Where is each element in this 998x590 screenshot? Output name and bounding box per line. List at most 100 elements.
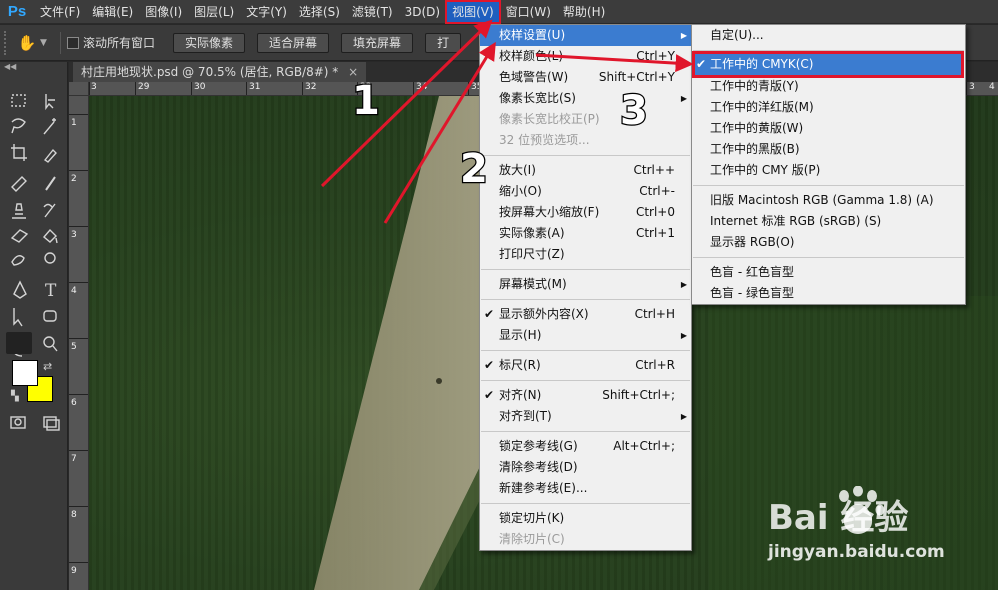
fill-screen-button[interactable]: 填充屏幕 [341, 32, 414, 53]
menu-item-actual-pixels[interactable]: 实际像素(A) Ctrl+1 [480, 223, 691, 244]
submenu-item-working-cmy[interactable]: 工作中的 CMY 版(P) [692, 160, 965, 181]
hand-tool-selected[interactable] [6, 332, 32, 354]
proof-setup-submenu: 自定(U)... ✔ 工作中的 CMYK(C) 工作中的青版(Y) 工作中的洋红… [691, 24, 966, 305]
menubar: Ps 文件(F) 编辑(E) 图像(I) 图层(L) 文字(Y) 选择(S) 滤… [0, 0, 998, 24]
stamp-tool-icon [12, 203, 26, 219]
actual-pixels-button[interactable]: 实际像素 [173, 32, 246, 53]
menu-type[interactable]: 文字(Y) [240, 1, 293, 23]
foreground-color-swatch[interactable] [12, 360, 38, 386]
submenu-item-working-cyan[interactable]: 工作中的青版(Y) [692, 76, 965, 97]
print-size-button[interactable]: 打 [425, 32, 462, 53]
document-tab[interactable]: 村庄用地现状.psd @ 70.5% (居住, RGB/8#) * × [73, 62, 367, 82]
menu-item-shortcut: Alt+Ctrl+; [613, 439, 675, 453]
submenu-item-working-yellow[interactable]: 工作中的黄版(W) [692, 118, 965, 139]
menu-item-gamut-warning[interactable]: 色域警告(W) Shift+Ctrl+Y [480, 67, 691, 88]
ruler-tick [468, 82, 469, 95]
menu-item-label: 对齐(N) [499, 388, 542, 402]
menu-help[interactable]: 帮助(H) [557, 1, 611, 23]
close-tab-icon[interactable]: × [348, 65, 358, 79]
ruler-label: 3 [91, 82, 97, 92]
menu-edit[interactable]: 编辑(E) [86, 1, 139, 23]
path-select-icon [13, 308, 23, 327]
menu-3d[interactable]: 3D(D) [399, 1, 446, 23]
menu-item-extras[interactable]: ✔ 显示额外内容(X) Ctrl+H [480, 304, 691, 325]
type-tool-icon: T [45, 281, 57, 301]
scroll-all-windows-checkbox[interactable] [67, 36, 79, 49]
ruler-label: 4 [989, 82, 995, 92]
menu-item-shortcut: Ctrl+H [634, 307, 675, 321]
menu-select[interactable]: 选择(S) [293, 1, 346, 23]
menu-item-label: 像素长宽比校正(P) [499, 112, 600, 126]
ruler-tick [302, 82, 303, 95]
menu-item-label: 校样设置(U) [499, 28, 566, 42]
menu-item-lock-slices[interactable]: 锁定切片(K) [480, 508, 691, 529]
menu-item-screen-mode[interactable]: 屏幕模式(M) ▶ [480, 274, 691, 295]
menu-item-print-size[interactable]: 打印尺寸(Z) [480, 244, 691, 265]
ruler-label: 33 [360, 82, 372, 92]
submenu-item-working-cmyk[interactable]: ✔ 工作中的 CMYK(C) [692, 51, 964, 78]
submenu-item-custom[interactable]: 自定(U)... [692, 25, 965, 46]
options-grip[interactable] [4, 30, 14, 55]
menu-item-label: 锁定切片(K) [499, 511, 565, 525]
ruler-tick [69, 394, 88, 395]
default-colors-icon[interactable]: ▚ [11, 391, 19, 402]
menu-item-rulers[interactable]: ✔ 标尺(R) Ctrl+R [480, 355, 691, 376]
menu-separator [481, 503, 690, 504]
menu-item-new-guide[interactable]: 新建参考线(E)... [480, 478, 691, 499]
hand-tool-preset-icon[interactable]: ✋ [14, 32, 40, 54]
menu-item-snap[interactable]: ✔ 对齐(N) Shift+Ctrl+; [480, 385, 691, 406]
ruler-label: 30 [194, 82, 206, 92]
menu-item-fit-on-screen[interactable]: 按屏幕大小缩放(F) Ctrl+0 [480, 202, 691, 223]
submenu-item-label: 色盲 - 红色盲型 [710, 265, 794, 279]
menu-item-lock-guides[interactable]: 锁定参考线(G) Alt+Ctrl+; [480, 436, 691, 457]
menu-filter[interactable]: 滤镜(T) [346, 1, 399, 23]
menu-view[interactable]: 视图(V) [445, 0, 501, 24]
menu-item-shortcut: Shift+Ctrl+; [602, 388, 675, 402]
shape-tool-icon [43, 310, 57, 322]
vertical-ruler[interactable]: 1 2 3 4 5 6 7 8 9 [69, 96, 89, 590]
check-icon: ✔ [696, 57, 707, 71]
submenu-item-deuteranopia[interactable]: 色盲 - 绿色盲型 [692, 283, 965, 304]
menu-item-proof-colors[interactable]: 校样颜色(L) Ctrl+Y [480, 46, 691, 67]
menu-item-zoom-out[interactable]: 缩小(O) Ctrl+- [480, 181, 691, 202]
menu-item-snap-to[interactable]: 对齐到(T) ▶ [480, 406, 691, 427]
swap-colors-icon[interactable]: ⇄ [43, 360, 52, 373]
preset-dropdown-icon[interactable]: ▼ [40, 38, 54, 48]
submenu-item-working-magenta[interactable]: 工作中的洋红版(M) [692, 97, 965, 118]
menu-item-show[interactable]: 显示(H) ▶ [480, 325, 691, 346]
menu-item-pixel-aspect-ratio[interactable]: 像素长宽比(S) ▶ [480, 88, 691, 109]
ruler-origin[interactable] [69, 82, 89, 96]
ruler-tick [69, 282, 88, 283]
submenu-item-protanopia[interactable]: 色盲 - 红色盲型 [692, 262, 965, 283]
submenu-item-label: 工作中的黄版(W) [710, 121, 804, 135]
menu-layer[interactable]: 图层(L) [188, 1, 240, 23]
menu-item-label: 新建参考线(E)... [499, 481, 588, 495]
menu-item-label: 标尺(R) [499, 358, 541, 372]
submenu-arrow-icon: ▶ [680, 31, 687, 40]
ruler-label: 3 [71, 230, 77, 240]
ruler-tick [69, 506, 88, 507]
menu-item-clear-guides[interactable]: 清除参考线(D) [480, 457, 691, 478]
menu-image[interactable]: 图像(I) [139, 1, 188, 23]
ruler-tick [135, 82, 136, 95]
submenu-arrow-icon: ▶ [680, 94, 687, 103]
ruler-label: 5 [71, 342, 77, 352]
menu-file[interactable]: 文件(F) [34, 1, 86, 23]
submenu-item-label: 工作中的 CMYK(C) [710, 57, 814, 71]
submenu-item-legacy-mac-rgb[interactable]: 旧版 Macintosh RGB (Gamma 1.8) (A) [692, 190, 965, 211]
ruler-tick [191, 82, 192, 95]
ruler-tick [246, 82, 247, 95]
ruler-label: 7 [71, 454, 77, 464]
menu-item-proof-setup[interactable]: 校样设置(U) ▶ [480, 25, 691, 46]
ruler-label: 3 [969, 82, 975, 92]
fit-screen-button[interactable]: 适合屏幕 [257, 32, 330, 53]
submenu-item-working-black[interactable]: 工作中的黑版(B) [692, 139, 965, 160]
submenu-item-srgb[interactable]: Internet 标准 RGB (sRGB) (S) [692, 211, 965, 232]
paint-bucket-icon [43, 228, 58, 244]
scroll-all-windows-label: 滚动所有窗口 [83, 36, 156, 50]
ruler-tick [89, 82, 90, 95]
submenu-item-monitor-rgb[interactable]: 显示器 RGB(O) [692, 232, 965, 253]
menu-window[interactable]: 窗口(W) [500, 1, 557, 23]
menu-item-zoom-in[interactable]: 放大(I) Ctrl++ [480, 160, 691, 181]
healing-brush-icon [11, 176, 27, 192]
